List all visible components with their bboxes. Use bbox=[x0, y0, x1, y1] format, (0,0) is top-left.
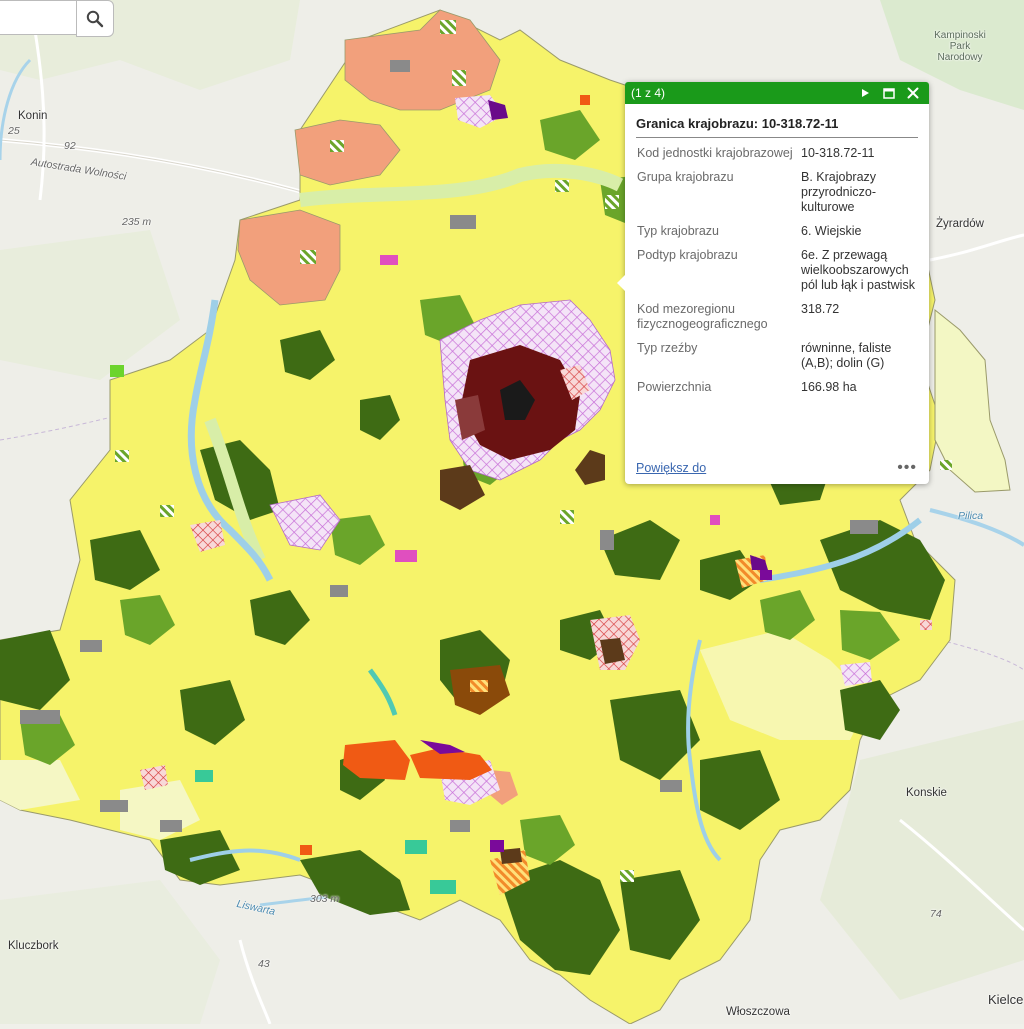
attribute-value: równinne, faliste (A,B); dolin (G) bbox=[801, 341, 892, 370]
attribute-key: Podtyp krajobrazu bbox=[637, 248, 738, 262]
map-label-road-92: 92 bbox=[64, 140, 76, 152]
zoom-to-link[interactable]: Powiększ do bbox=[636, 461, 706, 475]
map-label-road-25: 25 bbox=[8, 125, 20, 137]
map-label-konskie: Konskie bbox=[906, 787, 947, 799]
feature-popup: (1 z 4) Granica krajobrazu: 10-318.72-11… bbox=[617, 82, 929, 484]
map-label-elevation-235: 235 m bbox=[122, 216, 152, 228]
map-label-road-43: 43 bbox=[258, 958, 270, 970]
attribute-value: 6. Wiejskie bbox=[801, 224, 862, 238]
attribute-key: Kod mezoregionu fizycznogeograficznego bbox=[637, 302, 768, 331]
attribute-key: Typ krajobrazu bbox=[637, 224, 719, 238]
attribute-key: Powierzchnia bbox=[637, 380, 712, 394]
attribute-value: 10-318.72-11 bbox=[801, 146, 875, 160]
attribute-row: Powierzchnia 166.98 ha bbox=[637, 380, 919, 404]
map-label-wloszczowa: Włoszczowa bbox=[726, 1006, 790, 1018]
popup-title: Granica krajobrazu: 10-318.72-11 bbox=[636, 116, 918, 138]
attribute-row: Grupa krajobrazu B. Krajobrazy przyrodni… bbox=[637, 170, 919, 224]
search-button[interactable] bbox=[76, 0, 114, 37]
attribute-key: Grupa krajobrazu bbox=[637, 170, 734, 184]
attribute-row: Typ rzeźby równinne, faliste (A,B); doli… bbox=[637, 341, 919, 380]
attribute-key: Typ rzeźby bbox=[637, 341, 698, 355]
search-input[interactable] bbox=[0, 0, 76, 35]
popup-footer: Powiększ do ••• bbox=[636, 458, 917, 478]
attribute-key: Kod jednostki krajobrazowej bbox=[637, 146, 793, 160]
attribute-value: B. Krajobrazy przyrodniczo-kulturowe bbox=[801, 170, 877, 214]
map-label-kielce: Kielce bbox=[988, 992, 1024, 1007]
maximize-button[interactable] bbox=[879, 83, 899, 103]
map-label-zyrardow: Żyrardów bbox=[936, 218, 984, 230]
attribute-table: Kod jednostki krajobrazowej 10-318.72-11… bbox=[637, 146, 919, 404]
map-label-road-74: 74 bbox=[930, 908, 942, 920]
maximize-icon bbox=[883, 87, 895, 99]
play-icon bbox=[862, 89, 869, 97]
map-label-kampinoski: Kampinoski Park Narodowy bbox=[934, 30, 986, 63]
attribute-row: Kod jednostki krajobrazowej 10-318.72-11 bbox=[637, 146, 919, 170]
popup-pointer bbox=[617, 275, 625, 291]
search-icon bbox=[86, 10, 104, 27]
attribute-value: 166.98 ha bbox=[801, 380, 857, 394]
feature-count: (1 z 4) bbox=[631, 86, 666, 100]
attribute-row: Typ krajobrazu 6. Wiejskie bbox=[637, 224, 919, 248]
close-icon bbox=[907, 87, 919, 99]
map-label-kluczbork: Kluczbork bbox=[8, 940, 59, 952]
search-widget bbox=[0, 0, 114, 37]
attribute-value: 6e. Z przewagą wielkoobszarowych pól lub… bbox=[801, 248, 915, 292]
attribute-value: 318.72 bbox=[801, 302, 840, 316]
map-label-elevation-303: 303 m bbox=[310, 893, 340, 905]
map-label-pilica: Pilica bbox=[958, 510, 984, 522]
more-actions-button[interactable]: ••• bbox=[897, 460, 917, 476]
map-label-konin: Konin bbox=[18, 110, 48, 122]
attribute-row: Kod mezoregionu fizycznogeograficznego 3… bbox=[637, 302, 919, 341]
next-feature-button[interactable] bbox=[855, 83, 875, 103]
attribute-row: Podtyp krajobrazu 6e. Z przewagą wielkoo… bbox=[637, 248, 919, 302]
popup-header: (1 z 4) bbox=[625, 82, 929, 104]
close-button[interactable] bbox=[903, 83, 923, 103]
